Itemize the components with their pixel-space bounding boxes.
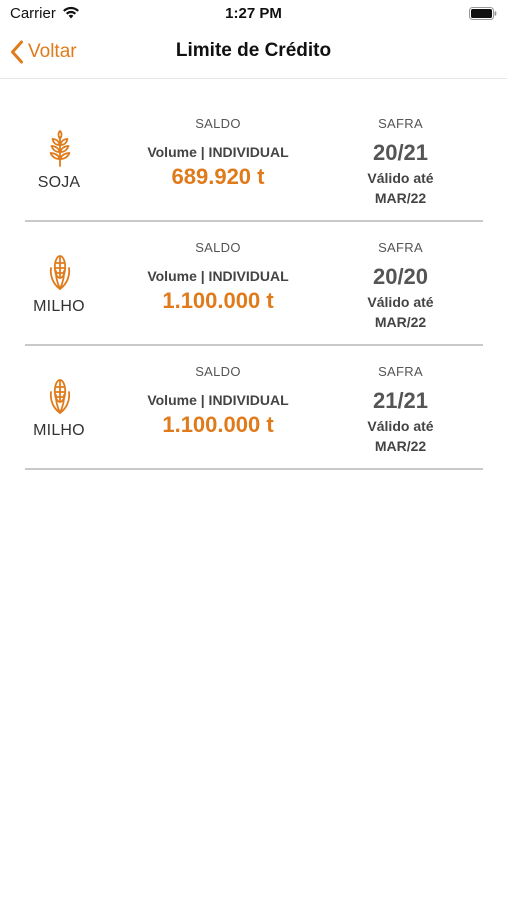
crop-name: SOJA <box>37 174 81 191</box>
navigation-bar: Voltar Limite de Crédito <box>0 28 507 79</box>
credit-limit-card-soja[interactable]: SOJA SALDO Volume | INDIVIDUAL 689.920 t… <box>25 100 483 222</box>
clock-time: 1:27 PM <box>225 5 282 22</box>
page-title: Limite de Crédito <box>175 40 332 61</box>
valid-until-date: MAR/22 <box>374 438 427 454</box>
status-bar: Carrier 1:27 PM <box>0 0 507 28</box>
saldo-header: SALDO <box>195 364 241 379</box>
valid-until-date: MAR/22 <box>374 314 427 330</box>
saldo-value: 689.920 t <box>171 164 265 189</box>
crop-name: MILHO <box>33 422 85 439</box>
safra-header: SAFRA <box>378 116 423 131</box>
credit-limit-list: SOJA SALDO Volume | INDIVIDUAL 689.920 t… <box>25 100 483 472</box>
crop-name: MILHO <box>33 298 85 315</box>
valid-until-label: Válido até <box>367 294 434 310</box>
credit-limit-card-milho[interactable]: MILHO SALDO Volume | INDIVIDUAL 1.100.00… <box>25 224 483 346</box>
wheat-icon <box>49 130 71 167</box>
credit-limit-card-milho[interactable]: MILHO SALDO Volume | INDIVIDUAL 1.100.00… <box>25 348 483 470</box>
saldo-header: SALDO <box>195 116 241 131</box>
safra-value: 20/20 <box>372 264 429 289</box>
saldo-value: 1.100.000 t <box>162 412 274 437</box>
valid-until-date: MAR/22 <box>374 190 427 206</box>
valid-until-label: Válido até <box>367 170 434 186</box>
safra-value: 21/21 <box>372 388 429 413</box>
valid-until-label: Válido até <box>367 418 434 434</box>
safra-header: SAFRA <box>378 240 423 255</box>
battery-icon <box>469 7 497 20</box>
safra-value: 20/21 <box>372 140 429 165</box>
saldo-header: SALDO <box>195 240 241 255</box>
corn-icon <box>49 379 71 414</box>
safra-header: SAFRA <box>378 364 423 379</box>
volume-type: Volume | INDIVIDUAL <box>147 268 289 284</box>
volume-type: Volume | INDIVIDUAL <box>147 392 289 408</box>
saldo-value: 1.100.000 t <box>162 288 274 313</box>
corn-icon <box>49 255 71 290</box>
volume-type: Volume | INDIVIDUAL <box>147 144 289 160</box>
